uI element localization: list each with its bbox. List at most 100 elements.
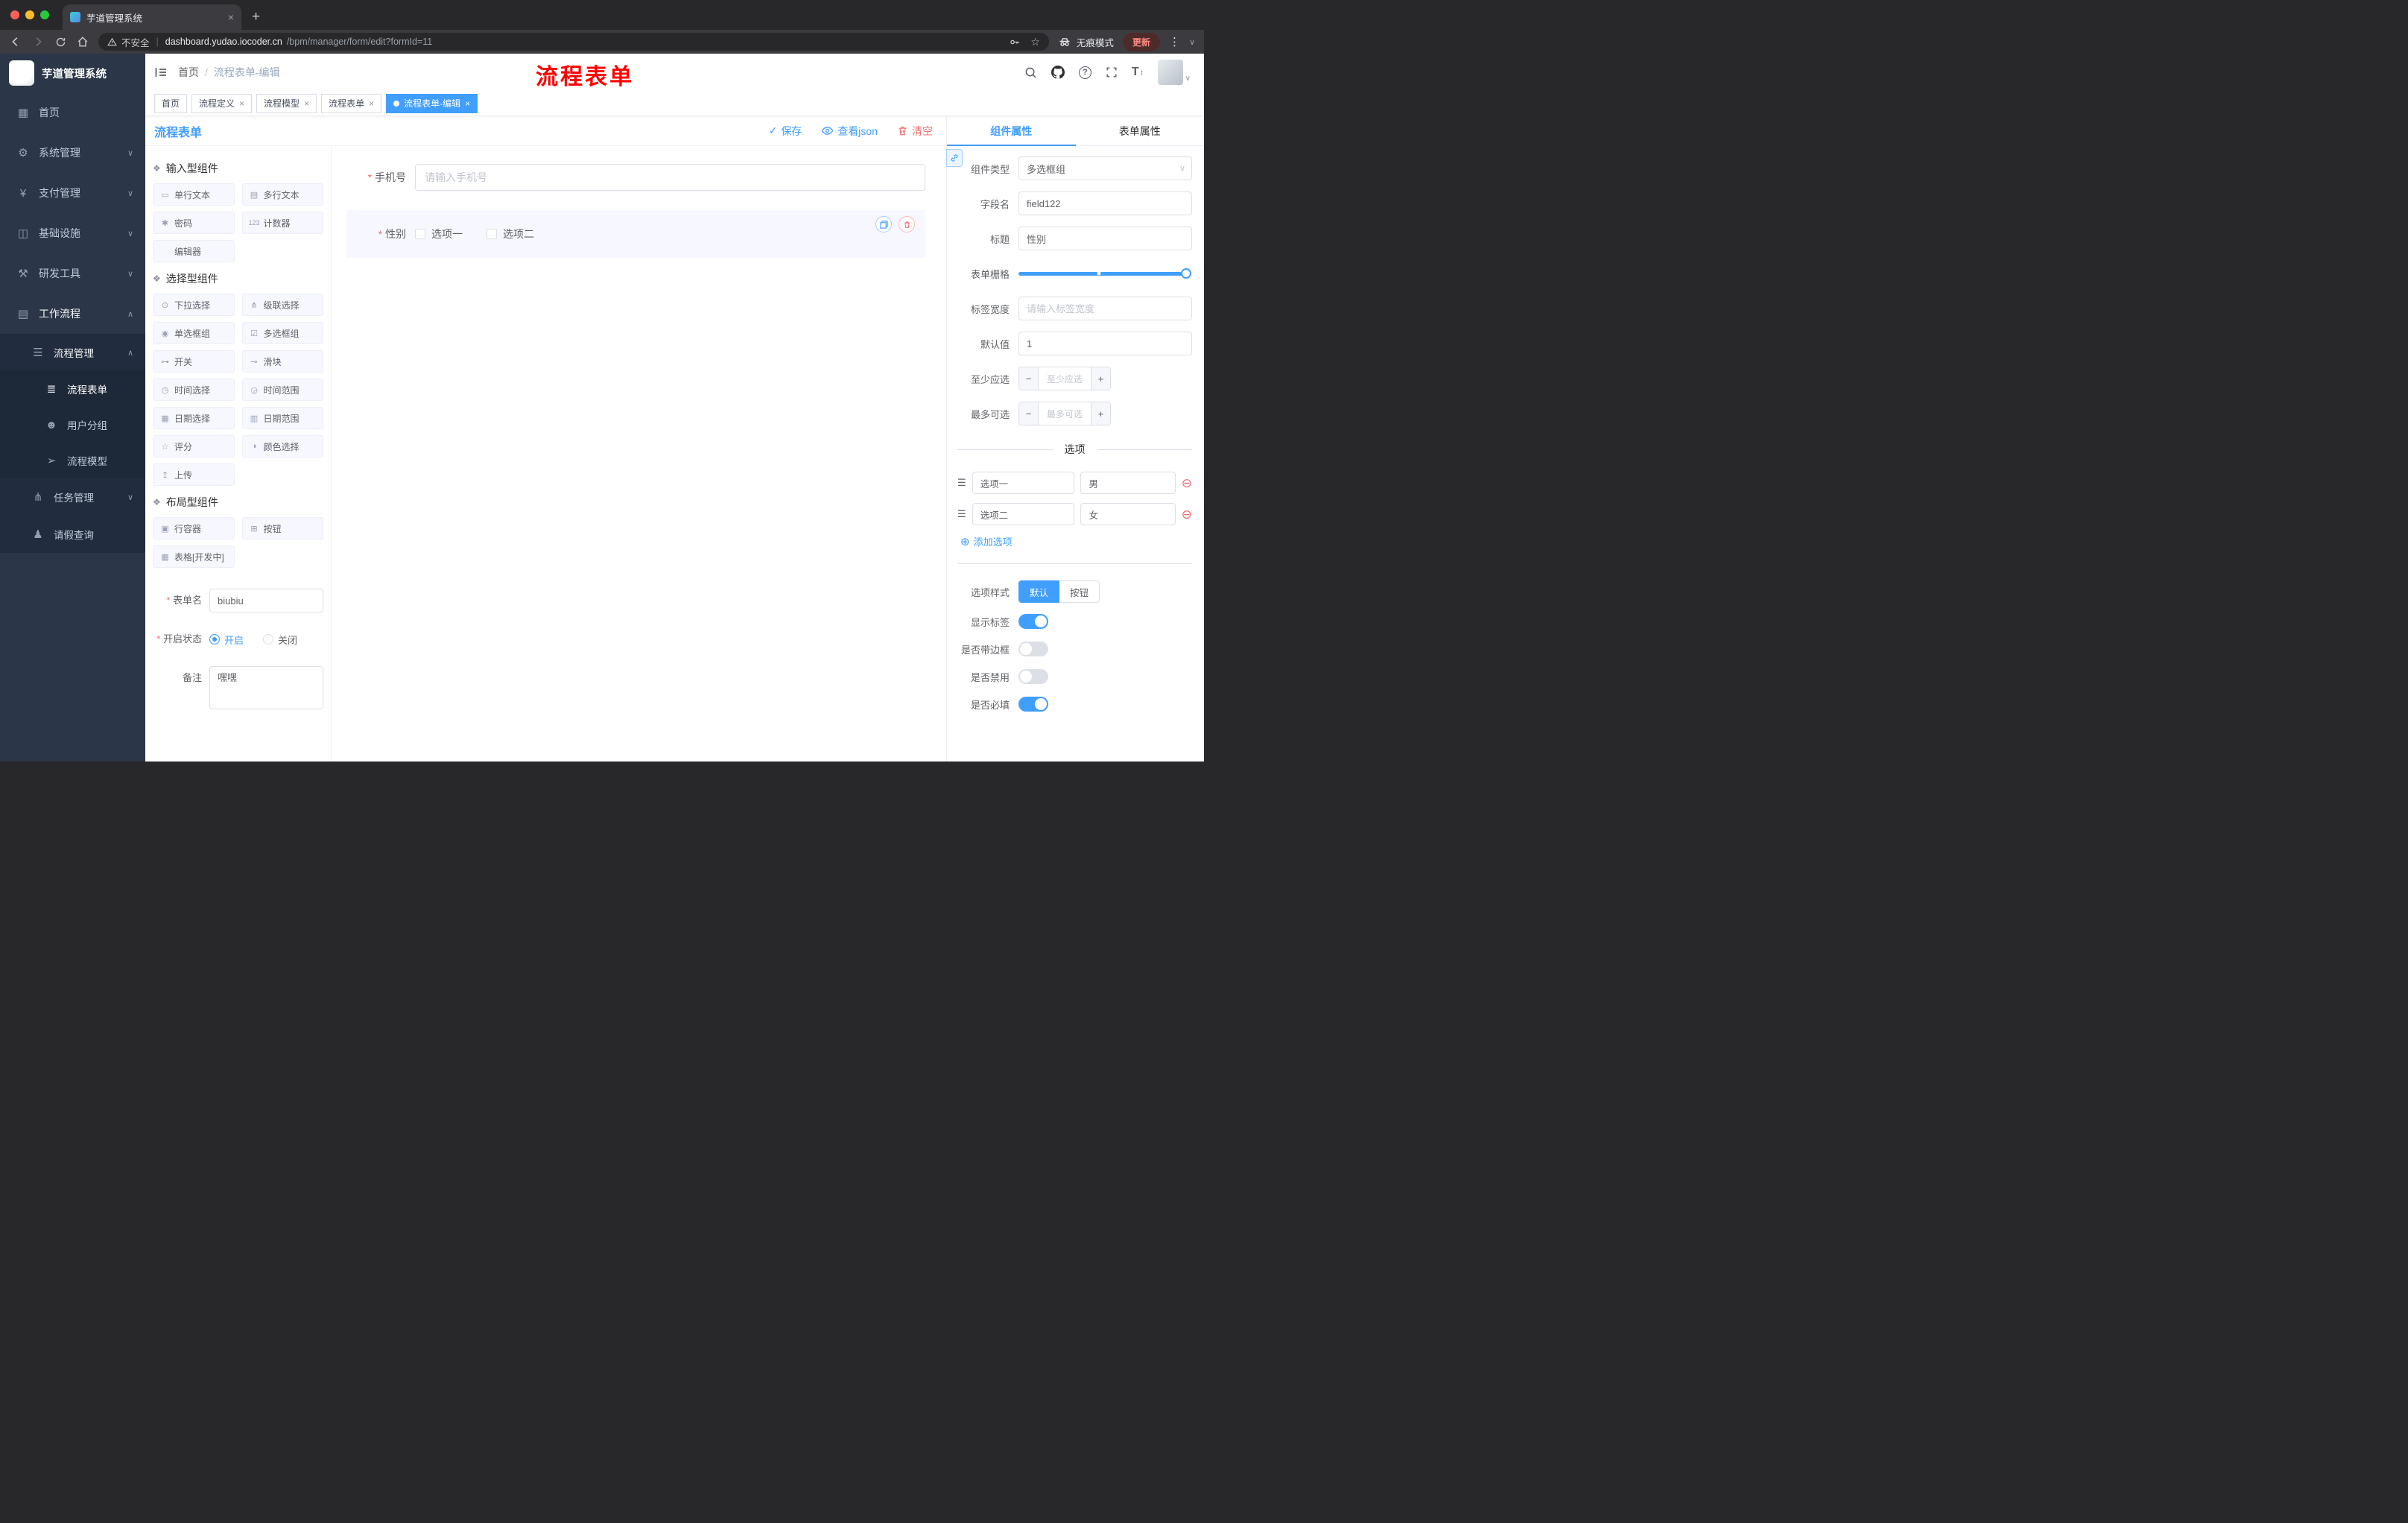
user-menu[interactable]: ∨: [1157, 60, 1191, 85]
default-value-input[interactable]: [1018, 332, 1192, 355]
checkbox-option-1[interactable]: 选项一: [415, 227, 463, 241]
sidebar-item-workflow[interactable]: ▤ 工作流程 ∧: [0, 294, 145, 334]
palette-item[interactable]: ◷ 时间选择: [153, 379, 235, 401]
option-value-input[interactable]: [1080, 503, 1176, 525]
tag-home[interactable]: 首页: [154, 93, 188, 113]
show-label-switch[interactable]: [1018, 614, 1048, 629]
tag-close-icon[interactable]: ×: [239, 98, 244, 109]
tag-close-icon[interactable]: ×: [465, 98, 470, 109]
style-button-button[interactable]: 按钮: [1059, 580, 1100, 603]
palette-item[interactable]: ☑ 多选框组: [241, 322, 323, 344]
border-switch[interactable]: [1018, 642, 1048, 656]
tab-component-props[interactable]: 组件属性: [947, 116, 1076, 146]
sidebar-item-system[interactable]: ⚙ 系统管理 ∨: [0, 133, 145, 173]
form-remark-textarea[interactable]: 嘿嘿: [209, 666, 323, 709]
palette-item[interactable]: ▥ 日期范围: [241, 407, 323, 429]
copy-component-button[interactable]: [875, 216, 892, 232]
palette-item[interactable]: ◉ 单选框组: [153, 322, 235, 344]
search-icon[interactable]: [1024, 66, 1037, 79]
bookmark-star-icon[interactable]: ☆: [1030, 36, 1040, 48]
avatar[interactable]: [1157, 60, 1183, 85]
sidebar-item-devtools[interactable]: ⚒ 研发工具 ∨: [0, 253, 145, 294]
sidebar-item-home[interactable]: ▦ 首页: [0, 92, 145, 133]
delete-component-button[interactable]: [899, 216, 915, 232]
component-type-select[interactable]: ∨: [1018, 156, 1192, 180]
option-label-input[interactable]: [972, 472, 1075, 494]
palette-item[interactable]: ⊞ 按钮: [241, 517, 323, 539]
sidebar-item-process-model[interactable]: ➢ 流程模型: [0, 443, 145, 478]
palette-item[interactable]: ☆ 评分: [153, 435, 235, 457]
view-json-button[interactable]: 查看json: [821, 124, 878, 139]
palette-item[interactable]: ▦ 日期选择: [153, 407, 235, 429]
home-button[interactable]: [76, 35, 89, 48]
clear-button[interactable]: 清空: [897, 124, 933, 139]
slider-handle[interactable]: [1181, 268, 1191, 279]
remove-option-icon[interactable]: ⊖: [1182, 477, 1192, 490]
key-icon[interactable]: [1009, 37, 1020, 48]
status-off-radio[interactable]: 关闭: [263, 633, 297, 647]
breadcrumb-home[interactable]: 首页: [178, 65, 199, 80]
drag-handle-icon[interactable]: ☰: [957, 477, 966, 489]
tab-form-props[interactable]: 表单属性: [1076, 116, 1205, 145]
palette-item[interactable]: ↥ 上传: [153, 463, 235, 486]
security-label[interactable]: 不安全: [121, 35, 150, 49]
checkbox-option-2[interactable]: 选项二: [487, 227, 534, 241]
tag-close-icon[interactable]: ×: [304, 98, 309, 109]
field-name-input[interactable]: [1018, 191, 1192, 215]
sidebar-item-task-management[interactable]: ⋔ 任务管理 ∨: [0, 478, 145, 516]
sidebar-collapse-icon[interactable]: [154, 66, 168, 79]
required-switch[interactable]: [1018, 697, 1048, 712]
min-select-value[interactable]: 至少应选: [1039, 367, 1091, 390]
tag-process-model[interactable]: 流程模型 ×: [256, 93, 317, 113]
label-width-input[interactable]: [1018, 297, 1192, 320]
save-button[interactable]: ✓ 保存: [769, 124, 802, 139]
palette-item[interactable]: ▭ 单行文本: [153, 183, 235, 206]
increase-button[interactable]: +: [1091, 367, 1110, 390]
selected-component-gender[interactable]: 性别 选项一 选项二: [346, 210, 925, 258]
sidebar-item-process-management[interactable]: ☰ 流程管理 ∧: [0, 334, 145, 371]
form-canvas[interactable]: 手机号 性别 选项一: [332, 146, 946, 762]
palette-item[interactable]: ✱ 密码: [153, 212, 235, 234]
browser-caret-icon[interactable]: ∨: [1189, 37, 1195, 47]
address-bar[interactable]: 不安全 | dashboard.yudao.iocoder.cn /bpm/ma…: [98, 33, 1049, 51]
tab-close-icon[interactable]: ×: [228, 11, 234, 23]
github-icon[interactable]: [1051, 66, 1065, 79]
form-name-input[interactable]: [209, 589, 323, 612]
sidebar-item-leave-query[interactable]: ♟ 请假查询: [0, 516, 145, 553]
max-select-value[interactable]: 最多可选: [1039, 402, 1091, 425]
palette-item[interactable]: ◶ 时间范围: [241, 379, 323, 401]
palette-item[interactable]: 123 计数器: [241, 212, 323, 234]
sidebar-item-infrastructure[interactable]: ◫ 基础设施 ∨: [0, 213, 145, 253]
tag-process-form-edit[interactable]: 流程表单-编辑 ×: [386, 93, 478, 113]
remove-option-icon[interactable]: ⊖: [1182, 508, 1192, 521]
font-size-icon[interactable]: T ↕: [1132, 66, 1144, 79]
form-grid-slider[interactable]: [1018, 262, 1192, 285]
tag-process-definition[interactable]: 流程定义 ×: [191, 93, 253, 113]
increase-button[interactable]: +: [1091, 402, 1110, 425]
tag-process-form[interactable]: 流程表单 ×: [321, 93, 382, 113]
style-default-button[interactable]: 默认: [1018, 580, 1060, 603]
decrease-button[interactable]: −: [1019, 367, 1039, 390]
sidebar-item-process-form[interactable]: ≣ 流程表单: [0, 371, 145, 407]
palette-item[interactable]: ▦ 表格[开发中]: [153, 545, 235, 568]
tag-close-icon[interactable]: ×: [369, 98, 374, 109]
help-icon[interactable]: ?: [1078, 66, 1091, 79]
disabled-switch[interactable]: [1018, 669, 1048, 684]
title-input[interactable]: [1018, 227, 1192, 250]
palette-item[interactable]: ⊶ 开关: [153, 350, 235, 373]
link-drawer-button[interactable]: [946, 149, 963, 167]
palette-item[interactable]: ◑ 颜色选择: [241, 435, 323, 457]
sidebar-item-user-group[interactable]: ☻ 用户分组: [0, 407, 145, 443]
minimize-window-button[interactable]: [25, 10, 34, 19]
decrease-button[interactable]: −: [1019, 402, 1039, 425]
browser-tab[interactable]: 芋道管理系统 ×: [63, 4, 241, 30]
zoom-window-button[interactable]: [40, 10, 49, 19]
option-value-input[interactable]: [1080, 472, 1176, 494]
slider-track[interactable]: [1018, 268, 1191, 279]
option-label-input[interactable]: [972, 503, 1075, 525]
palette-item[interactable]: ⊸ 滑块: [241, 350, 323, 373]
palette-item[interactable]: ▣ 行容器: [153, 517, 235, 539]
phone-input[interactable]: [415, 164, 925, 191]
fullscreen-icon[interactable]: [1106, 66, 1118, 78]
palette-item[interactable]: ⊙ 下拉选择: [153, 294, 235, 316]
